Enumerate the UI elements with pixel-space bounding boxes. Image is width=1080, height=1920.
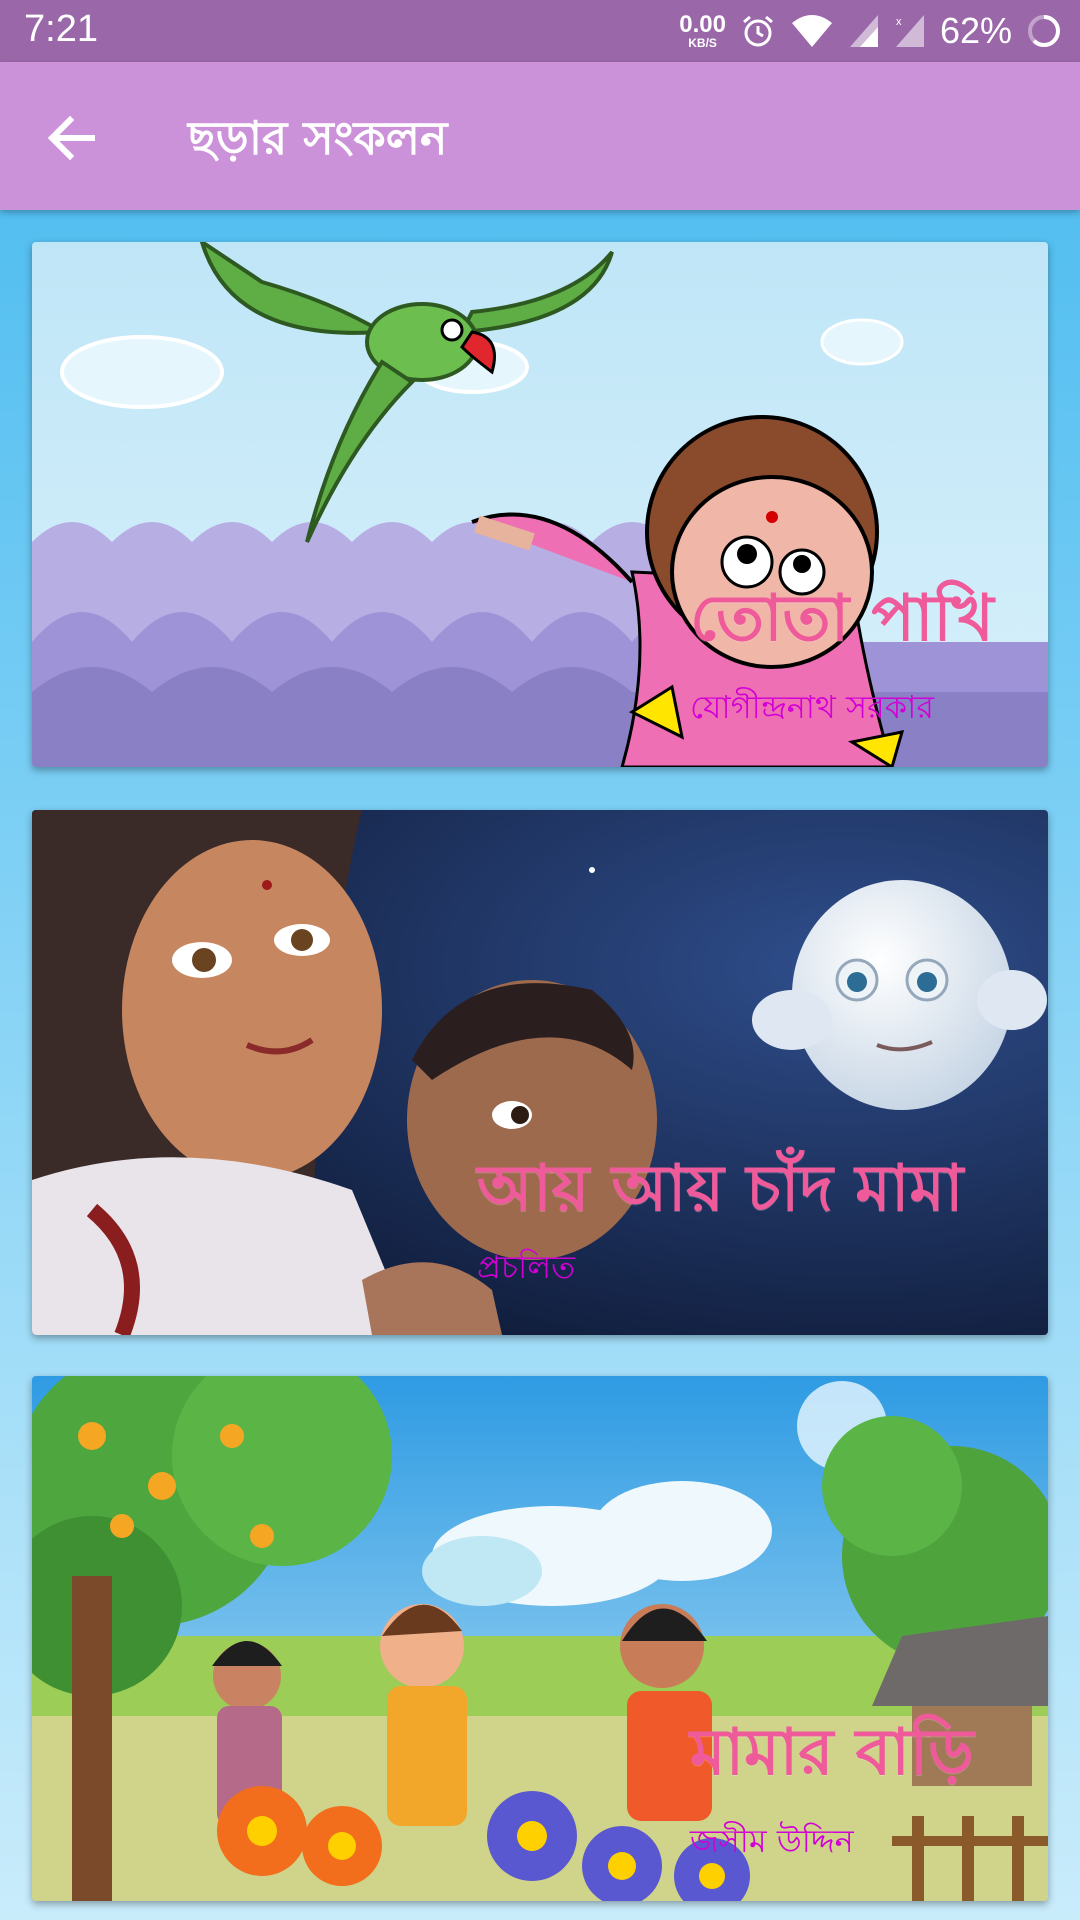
rhyme-author: যোগীন্দ্রনাথ সরকার <box>690 688 934 726</box>
battery-icon <box>1028 15 1060 47</box>
rhyme-illustration <box>32 1376 1048 1901</box>
status-icons: 0.00 KB/S x 62% <box>679 6 1062 56</box>
battery-percent: 62% <box>939 10 1012 51</box>
rhyme-card[interactable]: আয় আয় চাঁদ মামা প্রচলিত <box>32 810 1048 1335</box>
app-bar: ছড়ার সংকলন <box>0 62 1080 210</box>
wifi-icon <box>791 15 832 47</box>
rhyme-card[interactable]: তোতা পাখি যোগীন্দ্রনাথ সরকার <box>32 242 1048 767</box>
network-speed-value: 0.00 <box>679 11 726 38</box>
rhyme-title: মামার বাড়ি <box>690 1716 974 1790</box>
rhyme-title: আয় আয় চাঁদ মামা <box>477 1152 964 1226</box>
status-time: 7:21 <box>24 8 98 50</box>
rhyme-title: তোতা পাখি <box>690 582 994 656</box>
rhyme-card[interactable]: মামার বাড়ি জসীম উদ্দিন <box>32 1376 1048 1901</box>
rhyme-author: জসীম উদ্দিন <box>690 1822 854 1860</box>
rhyme-author: প্রচলিত <box>477 1248 576 1286</box>
status-bar: 7:21 0.00 KB/S x 62% <box>0 0 1080 62</box>
network-speed: 0.00 KB/S <box>679 11 726 50</box>
svg-text:x: x <box>896 16 902 28</box>
alarm-icon <box>742 15 773 47</box>
network-speed-unit: KB/S <box>688 36 717 50</box>
signal-icon: x <box>895 15 924 47</box>
page-title: ছড়ার সংকলন <box>188 111 448 165</box>
arrow-left-icon[interactable] <box>40 106 104 170</box>
signal-icon <box>849 15 878 47</box>
